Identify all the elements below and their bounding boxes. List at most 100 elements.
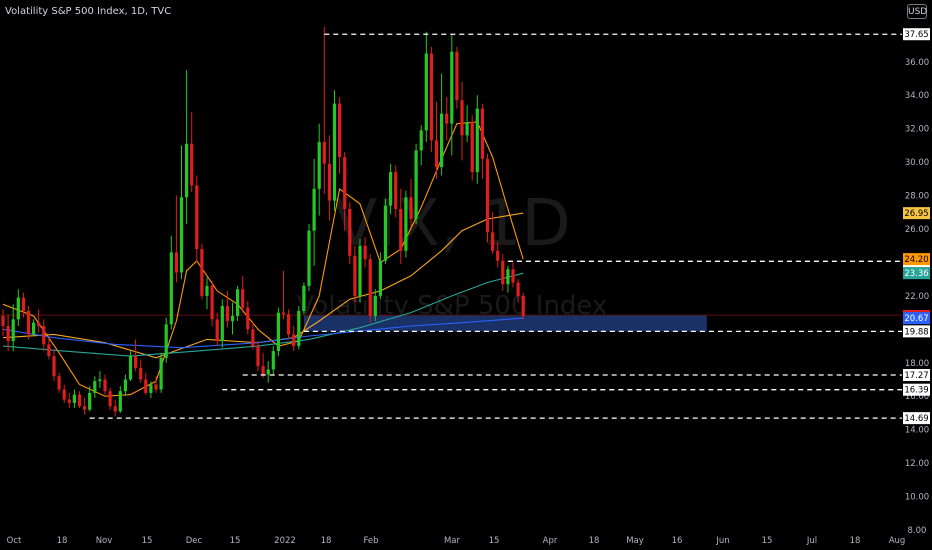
candle-body xyxy=(276,312,280,352)
candle xyxy=(108,387,112,410)
candle-body xyxy=(190,143,194,186)
candle-body xyxy=(501,260,505,285)
candle xyxy=(67,392,71,408)
candle xyxy=(292,326,296,352)
candle-body xyxy=(149,384,153,393)
candle-body xyxy=(399,208,403,251)
candle xyxy=(174,195,178,283)
candle xyxy=(98,371,102,388)
candle-body xyxy=(322,142,326,164)
candle-body xyxy=(6,326,10,342)
x-tick-label: 15 xyxy=(230,536,241,546)
candle-body xyxy=(368,259,372,316)
candle-body xyxy=(230,315,235,321)
x-tick-label: Nov xyxy=(96,536,113,546)
candle xyxy=(16,289,20,326)
candle xyxy=(26,305,31,340)
candle-body xyxy=(511,269,515,283)
candle-body xyxy=(42,326,46,345)
candle-body xyxy=(21,297,25,311)
candle-body xyxy=(83,406,87,410)
candle-body xyxy=(434,140,439,168)
candle-body xyxy=(123,379,127,392)
candle-body xyxy=(98,379,102,382)
candlestick-chart[interactable]: VIX, 1D Volatility S&P 500 Index 8.0010.… xyxy=(0,0,932,550)
candle-body xyxy=(93,381,97,393)
x-tick-label: Aug xyxy=(889,536,906,546)
candle-body xyxy=(312,188,316,231)
candle-body xyxy=(57,376,61,390)
candle-body xyxy=(241,289,245,308)
candle-body xyxy=(159,357,163,390)
candle xyxy=(62,384,66,403)
candle-body xyxy=(246,307,250,330)
level-tag-label: 16.39 xyxy=(904,386,928,396)
candle-body xyxy=(103,379,107,392)
candle-body xyxy=(450,51,454,124)
candle xyxy=(307,224,311,291)
candle xyxy=(404,190,408,258)
candle xyxy=(139,359,143,383)
candle-body xyxy=(440,113,444,168)
candle-body xyxy=(521,295,525,316)
candle-body xyxy=(363,245,367,260)
candle xyxy=(465,105,469,143)
x-tick-label: Feb xyxy=(363,536,378,546)
candle-body xyxy=(506,269,510,285)
y-tick-label: 30.00 xyxy=(905,158,929,168)
candle xyxy=(470,115,474,181)
candle xyxy=(312,158,316,266)
level-tag-label: 14.69 xyxy=(904,414,928,424)
candle-body xyxy=(516,282,520,296)
candle-body xyxy=(67,399,71,403)
candle-body xyxy=(445,113,449,124)
x-tick-label: 15 xyxy=(142,536,153,546)
candle xyxy=(281,270,286,320)
candle-body xyxy=(460,100,464,136)
candle xyxy=(383,198,388,265)
level-tag-label: 17.27 xyxy=(904,371,928,381)
candle-body xyxy=(215,319,219,342)
y-tick-label: 26.00 xyxy=(905,225,929,235)
watermark-symbol: VIX, 1D xyxy=(333,187,570,261)
candle xyxy=(236,285,240,321)
candle xyxy=(123,374,127,397)
candle xyxy=(506,265,510,293)
candle xyxy=(185,70,189,224)
candle xyxy=(261,352,265,378)
y-tick-label: 10.00 xyxy=(905,493,929,503)
candle-body xyxy=(179,197,184,273)
level-tag-label: 19.88 xyxy=(904,327,928,337)
y-tick-label: 22.00 xyxy=(905,292,929,302)
candle xyxy=(179,145,184,280)
x-tick-label: 18 xyxy=(321,536,332,546)
price-tag-label: 20.67 xyxy=(904,314,928,324)
candle-body xyxy=(281,312,286,315)
candle-body xyxy=(409,197,413,219)
candle-body xyxy=(429,53,433,141)
x-tick-label: May xyxy=(626,536,644,546)
candle-body xyxy=(52,356,56,377)
x-tick-label: Mar xyxy=(444,536,461,546)
candle-body xyxy=(1,315,5,326)
time-axis[interactable]: Oct 18 Nov 15 Dec 15 2022 18 Feb Mar 15 Apr 18 May 16 J… xyxy=(7,536,906,546)
candle-body xyxy=(139,367,143,380)
candle-body xyxy=(338,103,342,158)
candle xyxy=(52,349,56,382)
candle-body xyxy=(256,346,260,367)
candle xyxy=(246,300,250,335)
candle-body xyxy=(266,369,270,375)
demand-zone xyxy=(303,315,707,332)
candle-body xyxy=(419,130,423,151)
candle xyxy=(368,254,372,323)
candle xyxy=(302,282,306,315)
candle xyxy=(230,302,235,335)
price-tag-label: 24.20 xyxy=(904,255,928,265)
candle-body xyxy=(378,260,382,296)
candle-body xyxy=(16,297,20,320)
candle-body xyxy=(358,245,362,296)
candle-body xyxy=(32,322,36,335)
candle xyxy=(455,46,459,109)
price-axis[interactable]: 8.0010.0012.0014.0016.0018.0020.0022.002… xyxy=(903,28,930,536)
candle-body xyxy=(108,391,112,407)
